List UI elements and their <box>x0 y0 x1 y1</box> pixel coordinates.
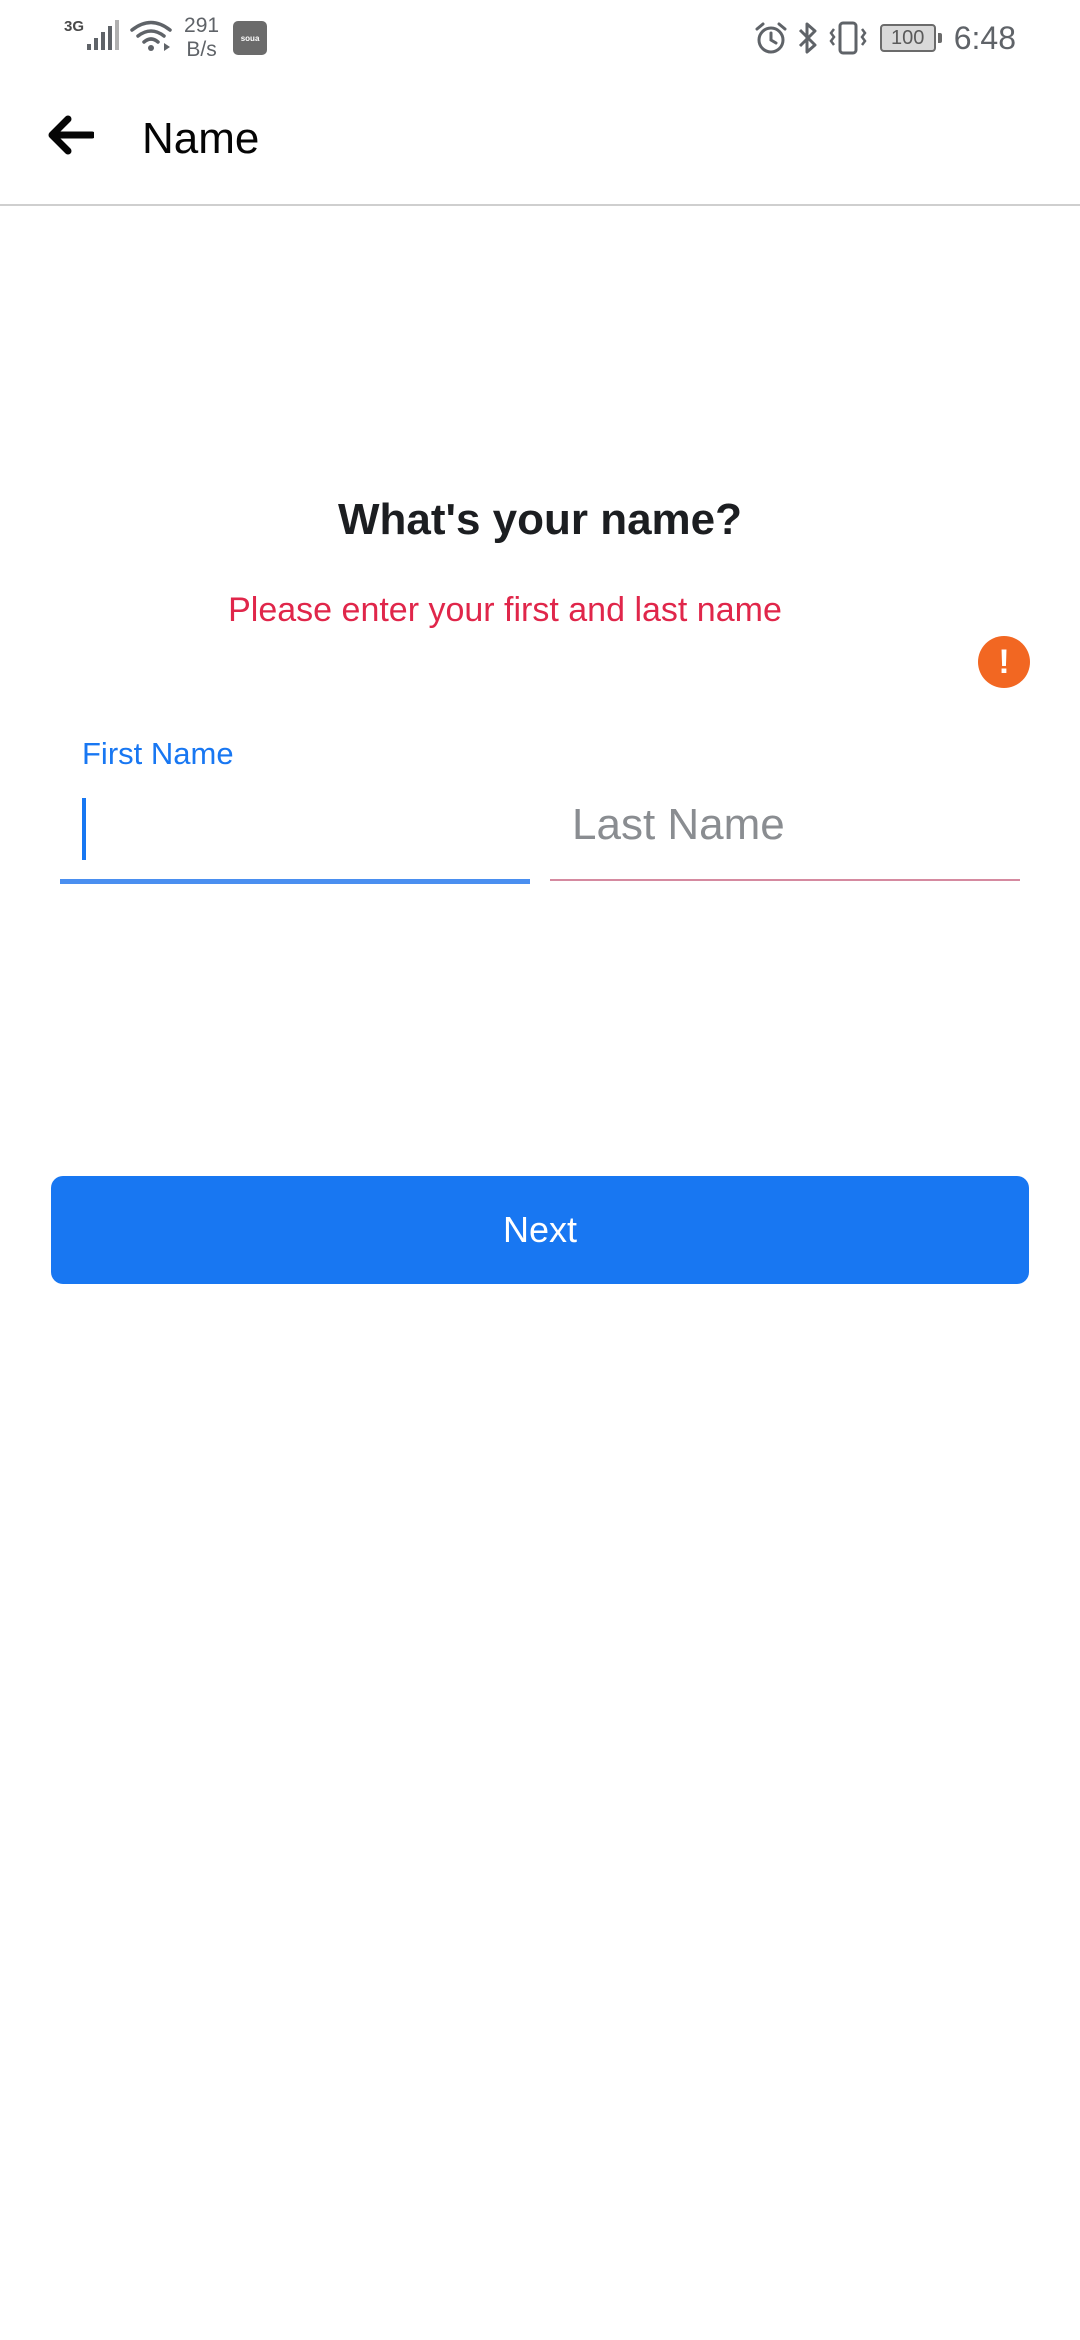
first-name-underline <box>60 879 530 884</box>
notification-app-icon: soua <box>233 21 268 55</box>
next-button[interactable]: Next <box>51 1176 1029 1284</box>
first-name-label: First Name <box>82 736 234 771</box>
network-speed-unit: B/s <box>186 38 217 61</box>
first-name-field[interactable]: First Name <box>60 736 530 884</box>
battery-icon: 100 <box>879 24 942 52</box>
status-time: 6:48 <box>953 19 1016 56</box>
battery-level: 100 <box>879 24 936 52</box>
back-button[interactable] <box>40 106 102 168</box>
status-bar-right: 100 6:48 <box>746 12 1016 64</box>
name-question-heading: What's your name? <box>337 495 743 544</box>
page-title: Name <box>142 114 260 163</box>
alarm-icon <box>754 21 788 55</box>
bluetooth-icon <box>796 21 820 55</box>
wifi-icon <box>130 19 172 58</box>
last-name-placeholder: Last Name <box>572 800 785 849</box>
name-error-message: Please enter your first and last name <box>228 591 782 629</box>
network-speed: 291 B/s <box>184 14 219 62</box>
last-name-field[interactable]: Last Name <box>550 736 1020 881</box>
battery-tip <box>937 33 942 43</box>
text-cursor <box>82 798 86 860</box>
last-name-underline <box>550 879 1020 881</box>
status-bar-left: 3G 291 B/s soua <box>64 12 268 64</box>
status-bar: 3G 291 B/s soua 100 6:48 <box>0 0 1080 76</box>
app-bar: Name <box>0 76 1080 206</box>
arrow-left-icon <box>48 115 96 160</box>
name-screen: 3G 291 B/s soua 100 6:48 Name What's you… <box>0 0 1080 2340</box>
network-type: 3G <box>64 17 85 35</box>
error-alert-icon: ! <box>978 636 1030 688</box>
vibrate-icon <box>828 21 868 55</box>
network-speed-value: 291 <box>184 14 220 37</box>
signal-icon <box>86 19 120 57</box>
